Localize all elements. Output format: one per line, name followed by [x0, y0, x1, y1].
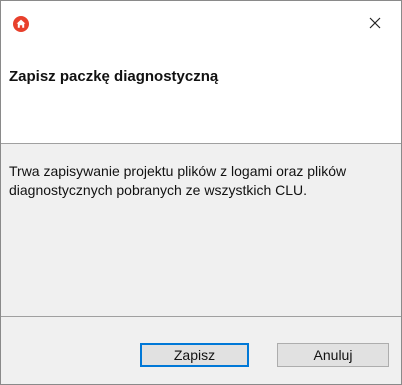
close-icon [369, 16, 381, 34]
dialog-header: Zapisz paczkę diagnostyczną [1, 51, 401, 143]
home-app-icon [13, 16, 29, 32]
dialog-message: Trwa zapisywanie projektu plików z logam… [9, 163, 347, 198]
title-bar [1, 1, 401, 51]
dialog-body: Trwa zapisywanie projektu plików z logam… [1, 144, 401, 316]
dialog-title: Zapisz paczkę diagnostyczną [9, 68, 219, 85]
dialog-footer: Zapisz Anuluj [1, 317, 401, 384]
save-button[interactable]: Zapisz [140, 343, 249, 367]
save-diagnostic-package-dialog: Zapisz paczkę diagnostyczną Trwa zapisyw… [0, 0, 402, 385]
cancel-button[interactable]: Anuluj [277, 343, 389, 367]
close-button[interactable] [357, 13, 393, 37]
